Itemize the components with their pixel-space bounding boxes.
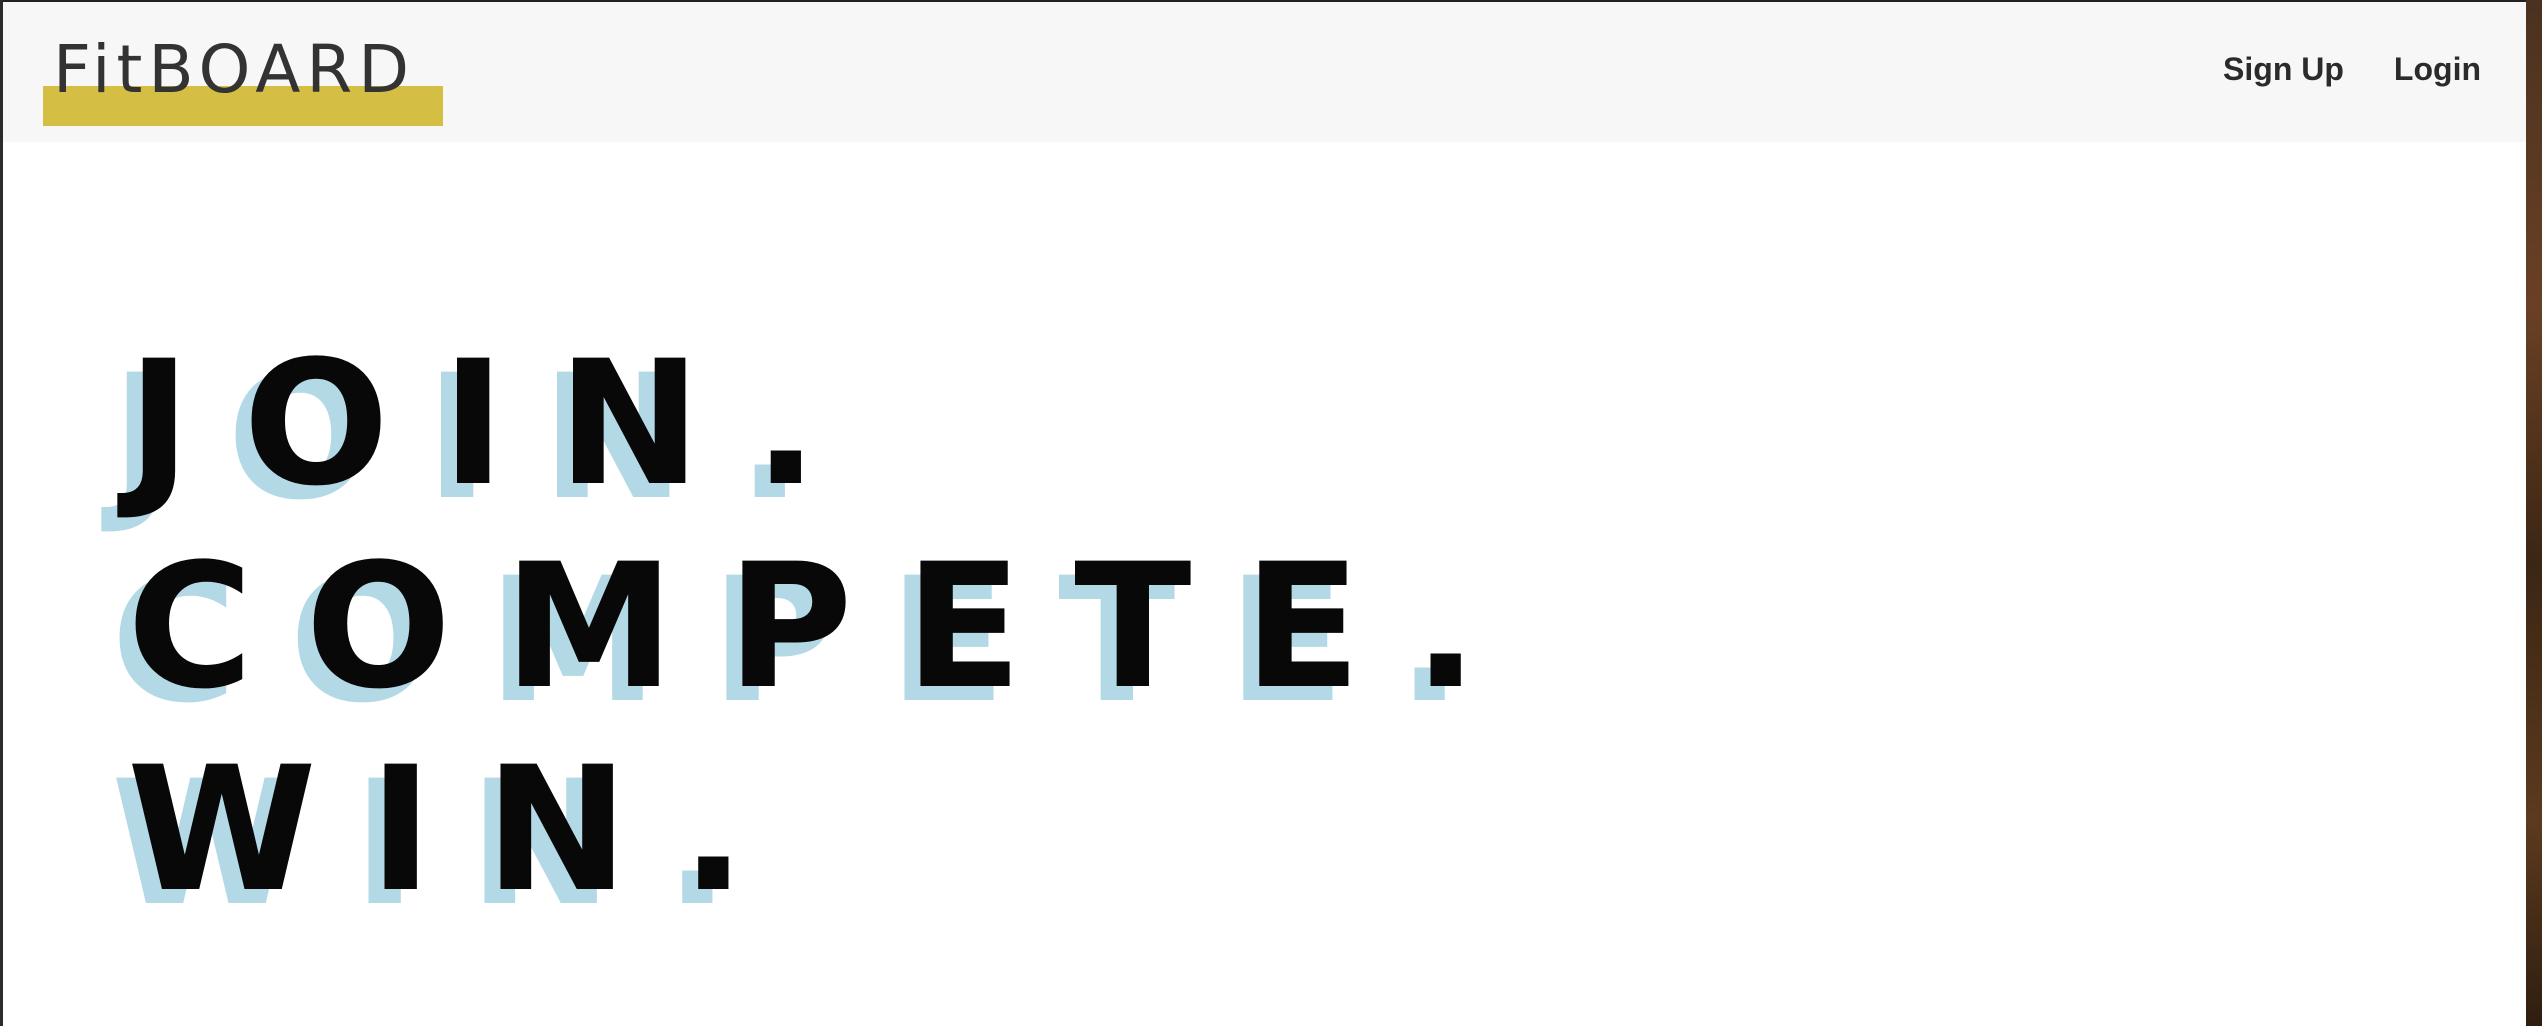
brand-logo[interactable]: FitBOARD <box>43 30 463 130</box>
hero-line-join: JOIN. <box>127 323 871 524</box>
hero-line-compete: COMPETE. <box>127 526 1531 727</box>
browser-viewport: FitBOARD Sign Up Login JOIN. COMPETE. WI… <box>3 0 2526 1026</box>
navbar: FitBOARD Sign Up Login <box>3 2 2526 142</box>
brand-name: FitBOARD <box>53 31 416 108</box>
hero-line-win: WIN. <box>127 729 799 930</box>
login-link[interactable]: Login <box>2394 50 2481 88</box>
sign-up-link[interactable]: Sign Up <box>2223 50 2344 88</box>
desktop-background-right <box>2526 0 2542 1026</box>
hero-section: JOIN. COMPETE. WIN. <box>127 322 1530 931</box>
nav-links: Sign Up Login <box>2223 50 2481 88</box>
